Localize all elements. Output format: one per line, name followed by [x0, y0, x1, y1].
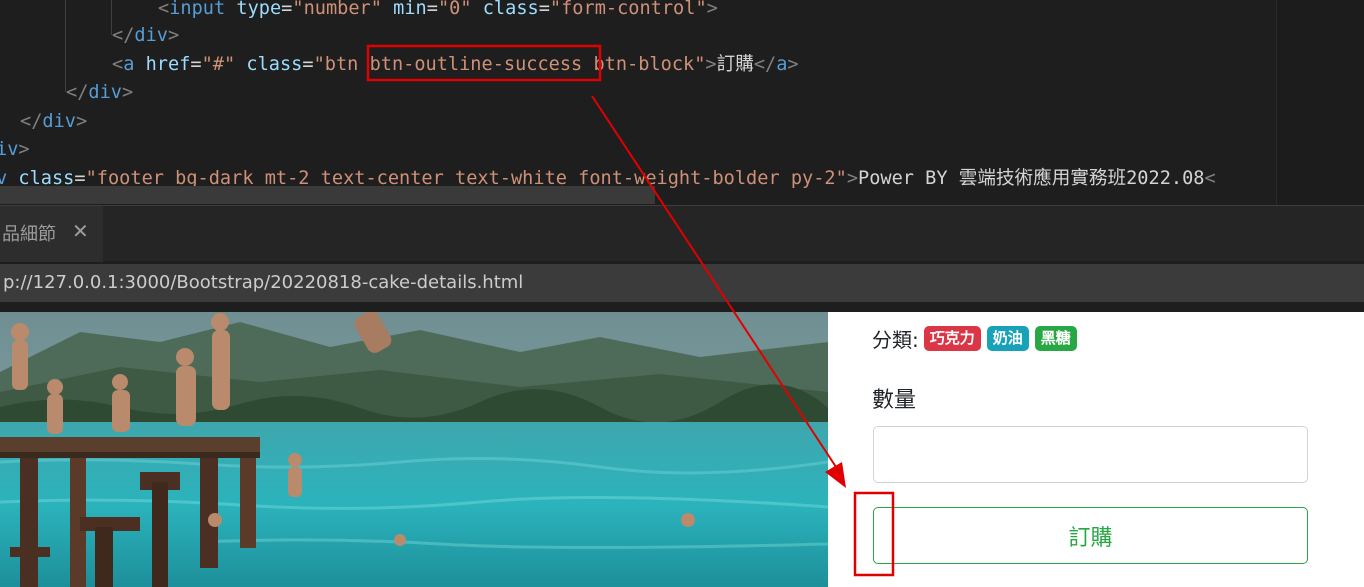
address-bar[interactable]: p://127.0.0.1:3000/Bootstrap/20220818-ca… — [0, 264, 1364, 302]
code-token: 訂購 — [716, 54, 754, 75]
code-token: href — [145, 54, 191, 75]
category-badge: 黑糖 — [1034, 326, 1077, 351]
code-token: = — [302, 54, 314, 75]
code-token: Power BY 雲端技術應用實務班2022.08 — [858, 168, 1205, 189]
category-label: 分類: — [872, 328, 919, 352]
order-button[interactable]: 訂購 — [873, 507, 1308, 564]
code-token: </ — [753, 54, 777, 75]
code-token: type — [236, 0, 282, 19]
code-token: < — [1204, 168, 1216, 189]
code-editor[interactable]: <input type="number" min="0" class="form… — [0, 0, 1364, 205]
code-token: > — [787, 54, 799, 75]
quantity-label: 數量 — [872, 388, 917, 413]
category-badge: 巧克力 — [923, 326, 981, 351]
category-row: 分類: 巧克力 奶油 黑糖 — [872, 324, 1083, 353]
browser-page: 分類: 巧克力 奶油 黑糖 數量 訂購 — [0, 312, 1364, 587]
preview-tab-bar: 品細節 ✕ — [0, 205, 1364, 262]
code-token: div — [134, 25, 168, 46]
code-token: min — [393, 0, 427, 19]
code-token: > — [18, 139, 30, 160]
close-icon[interactable]: ✕ — [72, 219, 89, 243]
code-line-1[interactable]: <input type="number" min="0" class="form… — [158, 0, 718, 23]
tab-preview[interactable]: 品細節 ✕ — [0, 206, 103, 262]
code-line-4[interactable]: </div> — [66, 78, 133, 107]
code-token: input — [169, 0, 226, 19]
code-line-6[interactable]: iv> — [0, 135, 30, 164]
code-line-5[interactable]: </div> — [20, 107, 87, 136]
code-token: </ — [20, 111, 43, 132]
product-details: 分類: 巧克力 奶油 黑糖 數量 訂購 — [828, 312, 1364, 587]
code-token: div — [88, 82, 122, 103]
quantity-input[interactable] — [873, 426, 1308, 483]
code-token: < — [158, 0, 170, 19]
code-token: "#" — [201, 54, 236, 75]
category-badge: 奶油 — [986, 326, 1029, 351]
product-image — [0, 312, 828, 587]
tab-title: 品細節 — [2, 224, 56, 245]
code-token: btn-block" — [582, 54, 706, 75]
code-token: < — [112, 54, 124, 75]
code-token: a — [776, 54, 788, 75]
horizontal-scrollbar[interactable] — [0, 186, 655, 204]
code-token: = — [281, 0, 293, 19]
code-token: > — [121, 82, 134, 103]
code-token: > — [706, 0, 718, 19]
code-token: iv — [0, 139, 19, 160]
code-token: "number" — [292, 0, 382, 19]
code-token: > — [705, 54, 717, 75]
code-token: = — [538, 0, 550, 19]
code-token: </ — [66, 82, 89, 103]
code-line-2[interactable]: </div> — [112, 21, 179, 50]
code-token: > — [75, 111, 88, 132]
code-token: "0" — [437, 0, 472, 19]
code-token: class — [246, 54, 303, 75]
code-token: > — [167, 25, 180, 46]
code-line-3[interactable]: <a href="#" class="btn btn-outline-succe… — [112, 50, 799, 79]
code-token: btn-outline-success — [369, 54, 583, 75]
code-token: </ — [112, 25, 135, 46]
code-token: "form-control" — [549, 0, 707, 19]
code-token: = — [426, 0, 438, 19]
code-token: a — [123, 54, 135, 75]
url-text[interactable]: p://127.0.0.1:3000/Bootstrap/20220818-ca… — [3, 272, 523, 293]
code-token: = — [190, 54, 202, 75]
code-token: "btn — [313, 54, 370, 75]
minimap[interactable] — [1276, 0, 1364, 205]
code-token: class — [482, 0, 539, 19]
code-token: div — [42, 111, 76, 132]
code-token: > — [846, 168, 859, 189]
